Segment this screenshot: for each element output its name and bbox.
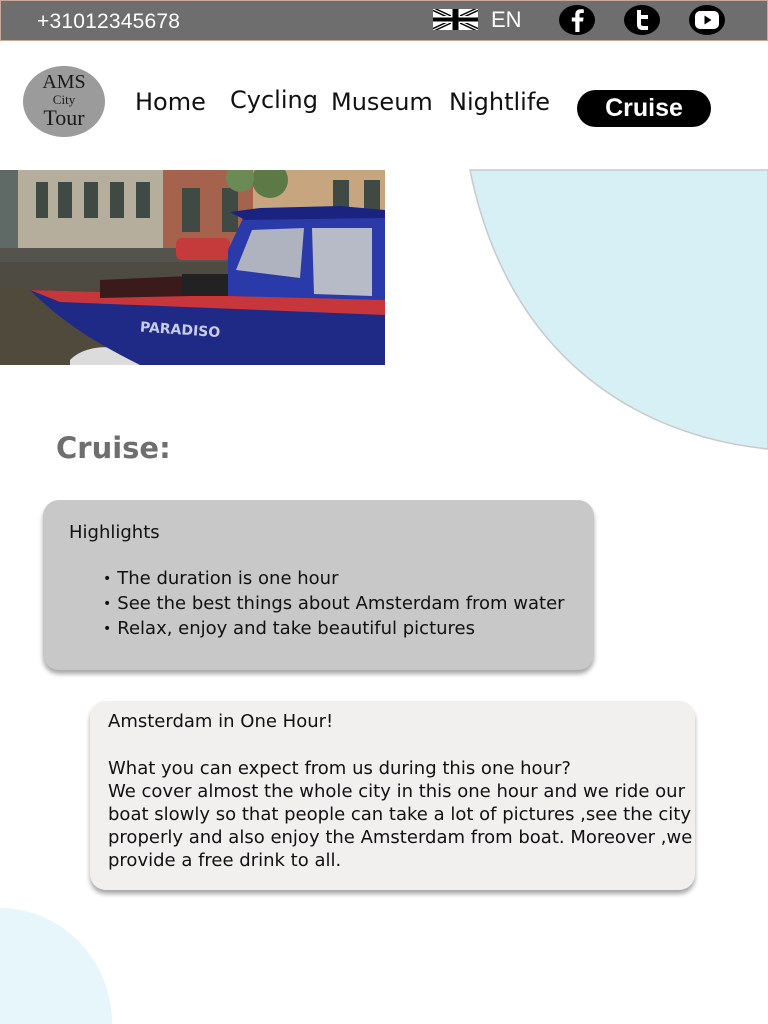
highlight-item: The duration is one hour (103, 567, 565, 592)
highlights-list: The duration is one hour See the best th… (103, 567, 565, 642)
twitter-icon[interactable] (624, 5, 660, 35)
page-title: Cruise: (56, 431, 171, 465)
highlights-card: Highlights The duration is one hour See … (43, 500, 594, 670)
phone-number[interactable]: +31012345678 (37, 10, 180, 34)
info-line: boat slowly so that people can take a lo… (108, 804, 692, 825)
language-selector[interactable]: EN (491, 7, 522, 33)
youtube-icon[interactable] (689, 5, 725, 35)
site-logo[interactable]: AMS City Tour (23, 66, 105, 137)
nav-museum[interactable]: Museum (331, 88, 433, 116)
info-card: Amsterdam in One Hour! What you can expe… (90, 701, 695, 890)
info-line: properly and also enjoy the Amsterdam fr… (108, 827, 693, 848)
info-heading: Amsterdam in One Hour! (108, 711, 334, 732)
info-line: We cover almost the whole city in this o… (108, 781, 685, 802)
highlight-item: Relax, enjoy and take beautiful pictures (103, 617, 565, 642)
facebook-icon[interactable] (559, 5, 595, 35)
nav-nightlife[interactable]: Nightlife (449, 88, 550, 116)
info-line: What you can expect from us during this … (108, 758, 571, 779)
logo-line-3: Tour (43, 105, 85, 130)
nav-cycling[interactable]: Cycling (230, 86, 318, 114)
info-body: What you can expect from us during this … (108, 757, 693, 872)
logo-line-1: AMS (42, 71, 86, 93)
top-bar: +31012345678 EN (0, 0, 768, 41)
highlights-title: Highlights (69, 522, 160, 543)
highlight-item: See the best things about Amsterdam from… (103, 592, 564, 617)
info-line: provide a free drink to all. (108, 850, 342, 871)
hero-boat-photo: PARADISO (0, 170, 385, 365)
decorative-blue-corner (0, 908, 112, 1024)
decorative-blue-shape (469, 169, 768, 450)
uk-flag-icon[interactable] (433, 9, 478, 30)
nav-cruise-active[interactable]: Cruise (577, 90, 711, 127)
nav-home[interactable]: Home (135, 88, 206, 116)
